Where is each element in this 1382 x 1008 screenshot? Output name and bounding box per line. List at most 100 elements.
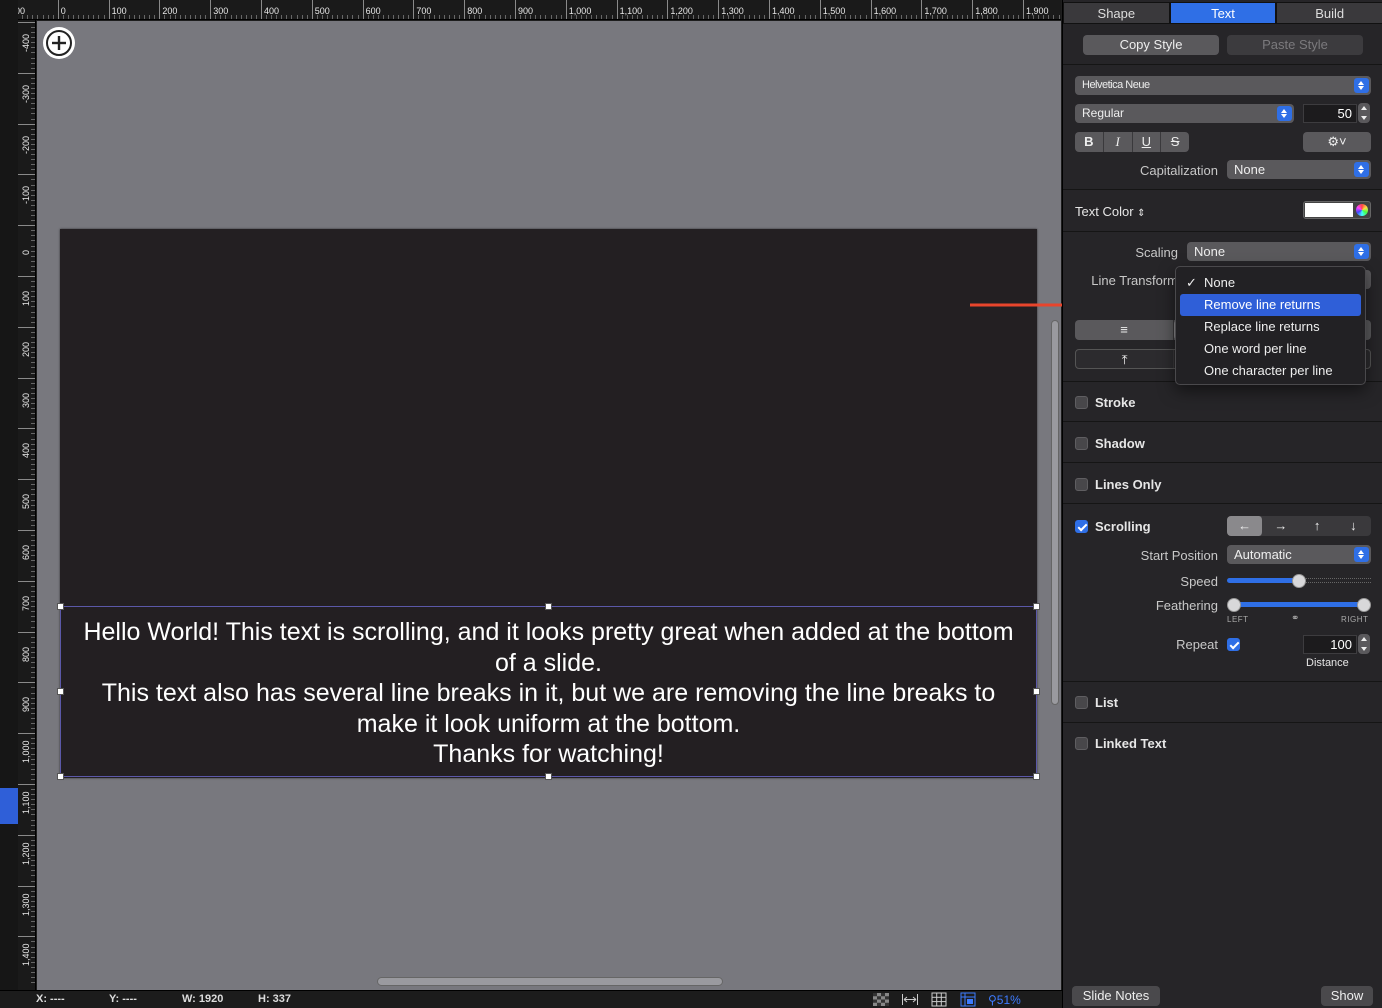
tab-text[interactable]: Text (1169, 2, 1277, 24)
shadow-checkbox[interactable] (1075, 437, 1088, 450)
text-box[interactable]: Hello World! This text is scrolling, and… (57, 603, 1040, 780)
ruler-minor-tick (31, 433, 35, 435)
menu-item-one-word-per-line[interactable]: One word per line (1180, 338, 1361, 360)
ruler-minor-tick (189, 15, 191, 19)
guides-icon[interactable] (959, 992, 977, 1007)
ruler-label: 1,400 (21, 943, 31, 967)
speed-slider-rest (1299, 578, 1371, 583)
font-style-popup[interactable]: Regular (1075, 104, 1294, 123)
capitalization-popup[interactable]: None (1227, 160, 1371, 179)
menu-item-remove-line-returns[interactable]: Remove line returns (1180, 294, 1361, 316)
ruler-minor-tick (865, 15, 867, 19)
linked-text-checkbox[interactable] (1075, 737, 1088, 750)
scrolling-checkbox[interactable] (1075, 520, 1088, 533)
fit-width-icon[interactable] (901, 992, 919, 1007)
tab-build[interactable]: Build (1276, 2, 1382, 24)
ruler-minor-tick (687, 15, 689, 19)
menu-item-one-character-per-line[interactable]: One character per line (1180, 360, 1361, 382)
ruler-minor-tick (31, 789, 35, 791)
ruler-minor-tick (31, 672, 35, 674)
ruler-minor-tick (347, 15, 349, 19)
paste-style-button[interactable]: Paste Style (1227, 35, 1363, 55)
font-family-popup[interactable]: Helvetica Neue (1075, 76, 1371, 95)
strikethrough-button[interactable]: S (1161, 132, 1189, 152)
ruler-tick (565, 0, 567, 19)
zoom-control[interactable]: ⚲51% (988, 993, 1021, 1007)
slide[interactable]: Hello World! This text is scrolling, and… (57, 229, 1040, 780)
ruler-label: 300 (21, 392, 31, 408)
resize-handle-r[interactable] (1033, 688, 1040, 695)
lines-only-checkbox[interactable] (1075, 478, 1088, 491)
ruler-minor-tick (454, 15, 456, 19)
link-icon[interactable]: ⚭ (1291, 613, 1300, 624)
ruler-tick (18, 631, 35, 633)
menu-item-replace-line-returns[interactable]: Replace line returns (1180, 316, 1361, 338)
scaling-popup[interactable]: None (1187, 242, 1371, 261)
repeat-checkbox[interactable] (1227, 638, 1240, 651)
italic-button[interactable]: I (1104, 132, 1133, 152)
underline-button[interactable]: U (1133, 132, 1162, 152)
ruler-minor-tick (62, 15, 64, 19)
start-position-popup[interactable]: Automatic (1227, 545, 1371, 564)
ruler-tick (18, 72, 35, 74)
feathering-right-knob[interactable] (1357, 598, 1371, 612)
ruler-minor-tick (31, 260, 35, 262)
speed-slider-knob[interactable] (1292, 574, 1306, 588)
align-top-button[interactable]: ⤒ (1076, 350, 1175, 368)
speed-slider-track[interactable] (1227, 578, 1299, 583)
scroll-left-button[interactable]: ← (1227, 516, 1264, 536)
font-size-stepper[interactable] (1358, 103, 1370, 123)
horizontal-scrollbar[interactable] (377, 977, 723, 986)
ruler-minor-tick (291, 15, 293, 19)
scroll-up-button[interactable]: ↑ (1300, 516, 1336, 536)
resize-handle-t[interactable] (545, 603, 552, 610)
resize-handle-br[interactable] (1033, 773, 1040, 780)
ruler-minor-tick (31, 524, 35, 526)
ruler-minor-tick (31, 911, 35, 912)
grid-icon[interactable] (930, 992, 948, 1007)
divider (1063, 421, 1382, 422)
checkerboard-icon[interactable] (872, 992, 890, 1007)
copy-style-button[interactable]: Copy Style (1083, 35, 1219, 55)
resize-handle-tr[interactable] (1033, 603, 1040, 610)
align-left-button[interactable]: ≡ (1075, 320, 1174, 340)
menu-item-none[interactable]: ✓ None (1180, 272, 1361, 294)
tab-shape[interactable]: Shape (1063, 2, 1170, 24)
ruler-minor-tick (723, 15, 725, 19)
ruler-minor-tick (393, 15, 395, 19)
slide-notes-button[interactable]: Slide Notes (1072, 986, 1160, 1006)
distance-stepper[interactable] (1358, 634, 1370, 654)
ruler-minor-tick (296, 15, 298, 19)
feathering-slider-track[interactable] (1233, 602, 1365, 607)
feathering-left-knob[interactable] (1227, 598, 1241, 612)
stroke-checkbox[interactable] (1075, 396, 1088, 409)
ruler-minor-tick (31, 667, 35, 669)
ruler-minor-tick (31, 240, 35, 242)
list-checkbox[interactable] (1075, 696, 1088, 709)
ruler-minor-tick (31, 281, 35, 283)
text-color-label[interactable]: Text Color ⇕ (1075, 204, 1146, 219)
resize-handle-tl[interactable] (57, 603, 64, 610)
distance-field[interactable]: 100 (1303, 635, 1357, 654)
add-button[interactable] (43, 27, 75, 59)
editor-canvas[interactable]: Hello World! This text is scrolling, and… (37, 21, 1061, 974)
menu-item-label: Replace line returns (1204, 319, 1320, 334)
scroll-down-button[interactable]: ↓ (1336, 516, 1371, 536)
resize-handle-bl[interactable] (57, 773, 64, 780)
show-button[interactable]: Show (1321, 986, 1373, 1006)
ruler-tick (108, 0, 110, 19)
arrow-up-icon: ↑ (1313, 518, 1321, 533)
ruler-minor-tick (205, 15, 207, 19)
font-size-field[interactable]: 50 (1303, 104, 1357, 123)
text-color-well[interactable] (1303, 201, 1371, 219)
resize-handle-b[interactable] (545, 773, 552, 780)
scroll-right-button[interactable]: → (1263, 516, 1300, 536)
bold-button[interactable]: B (1075, 132, 1104, 152)
ruler-minor-tick (31, 342, 35, 344)
vertical-scrollbar[interactable] (1051, 320, 1059, 705)
text-options-button[interactable]: ⚙˅ (1303, 132, 1371, 152)
ruler-minor-tick (327, 15, 329, 19)
slide-text: Hello World! This text is scrolling, and… (61, 617, 1036, 770)
ruler-minor-tick (31, 367, 35, 369)
resize-handle-l[interactable] (57, 688, 64, 695)
